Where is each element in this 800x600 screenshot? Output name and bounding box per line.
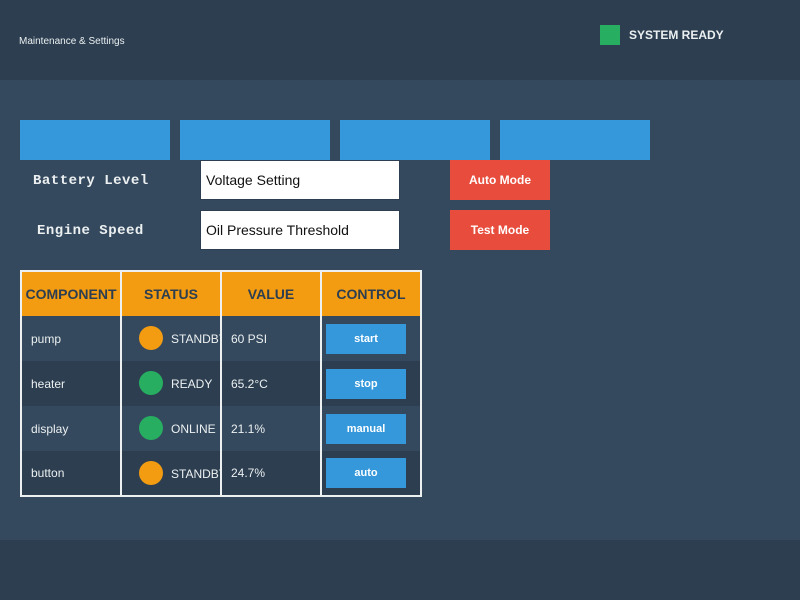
battery-level-label: Battery Level <box>33 173 149 189</box>
table-row: pump STANDBY 60 PSI start <box>20 316 422 361</box>
control-button-start[interactable]: start <box>326 323 406 354</box>
table-row: heater READY 65.2°C stop <box>20 361 422 406</box>
column-header-control: CONTROL <box>320 271 422 316</box>
tab-4[interactable] <box>500 120 650 160</box>
status-dot-icon <box>139 371 163 395</box>
column-header-status: STATUS <box>120 271 222 316</box>
status-cell: STANDBY <box>120 451 227 496</box>
column-header-component: COMPONENT <box>20 271 122 316</box>
status-cell: ONLINE <box>120 406 222 451</box>
header-bar: Maintenance & Settings SYSTEM READY <box>0 0 800 80</box>
component-name: button <box>20 451 122 496</box>
voltage-setting-input[interactable] <box>200 160 400 200</box>
status-dot-icon <box>139 416 163 440</box>
value-cell: 21.1% <box>220 406 322 451</box>
tab-2[interactable] <box>180 120 330 160</box>
table-row: display ONLINE 21.1% manual <box>20 406 422 451</box>
control-cell: manual <box>320 406 422 451</box>
status-cell: STANDBY <box>120 316 227 361</box>
oil-pressure-threshold-input[interactable] <box>200 210 400 250</box>
control-cell: start <box>320 316 422 361</box>
status-text: STANDBY <box>171 467 227 481</box>
control-cell: stop <box>320 361 422 406</box>
column-header-value: VALUE <box>220 271 322 316</box>
status-dot-icon <box>139 461 163 485</box>
status-text: STANDBY <box>171 332 227 346</box>
control-button-stop[interactable]: stop <box>326 368 406 399</box>
value-cell: 60 PSI <box>220 316 322 361</box>
value-cell: 24.7% <box>220 451 322 496</box>
page-title: Maintenance & Settings <box>19 36 125 47</box>
component-table: COMPONENT STATUS VALUE CONTROL pump STAN… <box>20 270 422 497</box>
status-text: READY <box>171 377 213 391</box>
auto-mode-button[interactable]: Auto Mode <box>450 160 550 200</box>
test-mode-button[interactable]: Test Mode <box>450 210 550 250</box>
table-row: button STANDBY 24.7% auto <box>20 451 422 496</box>
value-cell: 65.2°C <box>220 361 322 406</box>
control-button-manual[interactable]: manual <box>326 413 406 444</box>
system-status-label: SYSTEM READY <box>629 28 724 42</box>
control-cell: auto <box>320 451 422 496</box>
status-dot-icon <box>139 326 163 350</box>
component-name: pump <box>20 316 122 361</box>
footer-bar <box>0 540 800 600</box>
status-cell: READY <box>120 361 222 406</box>
status-text: ONLINE <box>171 422 216 436</box>
engine-speed-label: Engine Speed <box>37 223 144 239</box>
control-button-auto[interactable]: auto <box>326 458 406 488</box>
system-status-indicator <box>600 25 620 45</box>
component-name: heater <box>20 361 122 406</box>
tab-3[interactable] <box>340 120 490 160</box>
component-name: display <box>20 406 122 451</box>
tab-1[interactable] <box>20 120 170 160</box>
